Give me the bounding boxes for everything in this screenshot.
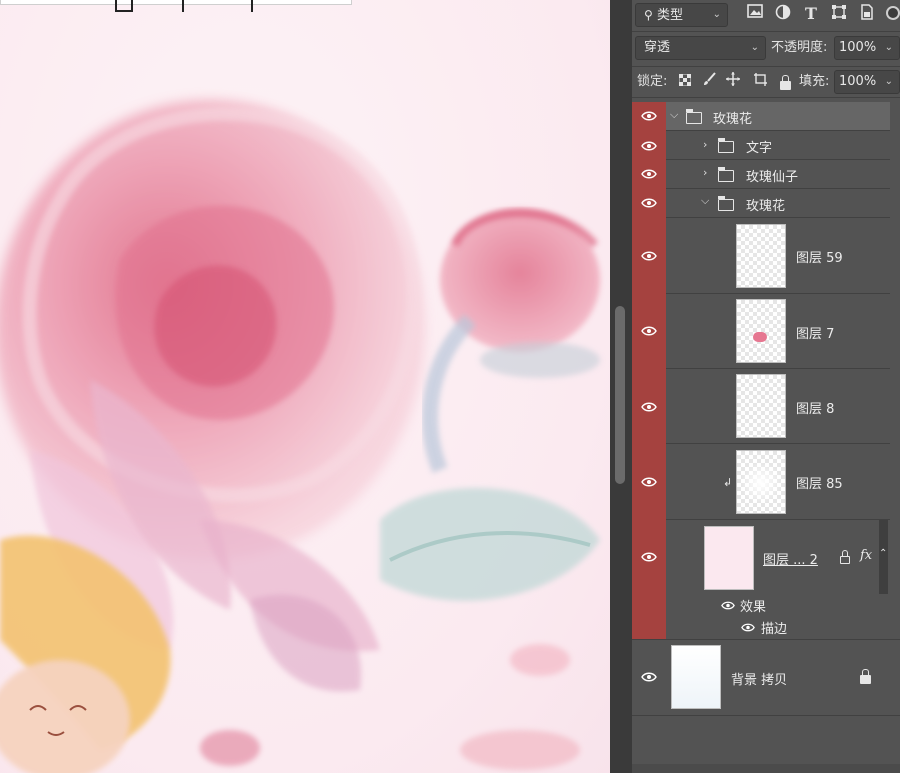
layer-name[interactable]: 图层 8	[796, 398, 834, 417]
eye-icon[interactable]	[641, 402, 657, 412]
chevron-down-icon[interactable]: ⌵	[701, 194, 709, 208]
clip-arrow-icon: ↲	[723, 476, 733, 489]
marker-tick-icon	[251, 0, 253, 12]
chevron-down-icon[interactable]: ⌵	[670, 108, 678, 122]
folder-tab	[718, 196, 725, 199]
opacity-label: 不透明度:	[771, 40, 828, 55]
opacity-input[interactable]: 100% ⌄	[834, 36, 900, 60]
artwork-illustration	[0, 100, 600, 773]
lock-position-move-icon[interactable]	[723, 72, 743, 92]
lock-icon	[860, 669, 871, 684]
lock-label: 锁定:	[637, 74, 668, 89]
layer-thumbnail	[736, 299, 786, 363]
canvas-scrollbar-thumb[interactable]	[615, 306, 625, 484]
layer-thumbnail	[736, 224, 786, 288]
blend-mode-dropdown[interactable]: 穿透 ⌄	[635, 36, 766, 60]
eye-icon[interactable]	[641, 552, 657, 562]
fill-label: 填充:	[799, 74, 830, 89]
folder-icon	[718, 170, 734, 182]
smartobject-filter-icon[interactable]	[857, 4, 877, 24]
layer-name[interactable]: 玫瑰花	[746, 195, 785, 214]
fill-value: 100%	[839, 74, 877, 89]
lock-artboard-icon[interactable]	[750, 72, 770, 92]
chevron-down-icon: ⌄	[884, 76, 893, 87]
folder-icon	[718, 141, 734, 153]
chevron-down-icon: ⌄	[884, 42, 893, 53]
layer-name[interactable]: 图层 59	[796, 247, 843, 266]
search-icon: ⚲	[644, 8, 653, 22]
chevron-right-icon[interactable]: ›	[703, 138, 707, 151]
effects-label[interactable]: 效果	[740, 596, 766, 615]
document-canvas[interactable]	[0, 0, 610, 773]
layer-name[interactable]: 图层 7	[796, 323, 834, 342]
eye-icon[interactable]	[721, 601, 735, 610]
layer-thumbnail	[736, 450, 786, 514]
chevron-right-icon[interactable]: ›	[703, 166, 707, 179]
folder-icon	[686, 112, 702, 124]
eye-icon[interactable]	[641, 251, 657, 261]
chevron-down-icon: ⌄	[712, 9, 721, 20]
floating-toolbar-edge	[0, 0, 352, 12]
eye-icon[interactable]	[641, 169, 657, 179]
layer-name[interactable]: 玫瑰花	[713, 108, 752, 127]
stroke-effect-label[interactable]: 描边	[761, 618, 787, 637]
marker-tick-icon	[182, 0, 184, 12]
lock-all-icon[interactable]	[780, 75, 791, 90]
layer-name[interactable]: 图层 85	[796, 473, 843, 492]
lock-icon	[840, 556, 850, 564]
eye-icon[interactable]	[641, 477, 657, 487]
layer-name[interactable]: 背景 拷贝	[731, 669, 787, 688]
layer-thumbnail	[704, 526, 754, 590]
folder-icon	[718, 199, 734, 211]
eye-icon[interactable]	[641, 198, 657, 208]
lock-image-pixels-brush-icon[interactable]	[700, 72, 720, 92]
folder-tab	[718, 167, 725, 170]
lock-shackle	[842, 550, 848, 557]
layer-name[interactable]: 玫瑰仙子	[746, 166, 798, 185]
eye-icon[interactable]	[641, 141, 657, 151]
panel-footer	[632, 764, 900, 773]
chevron-up-icon[interactable]: ⌃	[879, 548, 887, 559]
fill-input[interactable]: 100% ⌄	[834, 70, 900, 94]
filter-toggle-switch[interactable]	[886, 6, 900, 20]
layer-thumbnail	[671, 645, 721, 709]
eye-icon[interactable]	[741, 623, 755, 632]
layer-thumbnail	[736, 374, 786, 438]
marker-box-icon	[115, 0, 133, 12]
layer-name[interactable]: 文字	[746, 137, 772, 156]
shape-filter-icon[interactable]	[829, 4, 849, 24]
folder-tab	[686, 109, 693, 112]
adjustment-filter-icon[interactable]	[773, 4, 793, 24]
eye-icon[interactable]	[641, 672, 657, 682]
layer-filter-dropdown[interactable]: ⚲ 类型 ⌄	[635, 3, 728, 27]
opacity-value: 100%	[839, 40, 877, 55]
image-filter-icon[interactable]	[745, 4, 765, 24]
fx-badge[interactable]: fx	[860, 548, 872, 563]
layer-name[interactable]: 图层 ... 2	[763, 549, 818, 568]
lock-transparent-pixels-icon[interactable]	[675, 72, 695, 92]
text-filter-icon[interactable]: T	[801, 4, 821, 24]
folder-tab	[718, 138, 725, 141]
filter-kind-label: 类型	[656, 8, 683, 23]
chevron-down-icon: ⌄	[750, 42, 759, 53]
eye-icon[interactable]	[641, 326, 657, 336]
blend-mode-value: 穿透	[644, 40, 671, 55]
eye-icon[interactable]	[641, 111, 657, 121]
